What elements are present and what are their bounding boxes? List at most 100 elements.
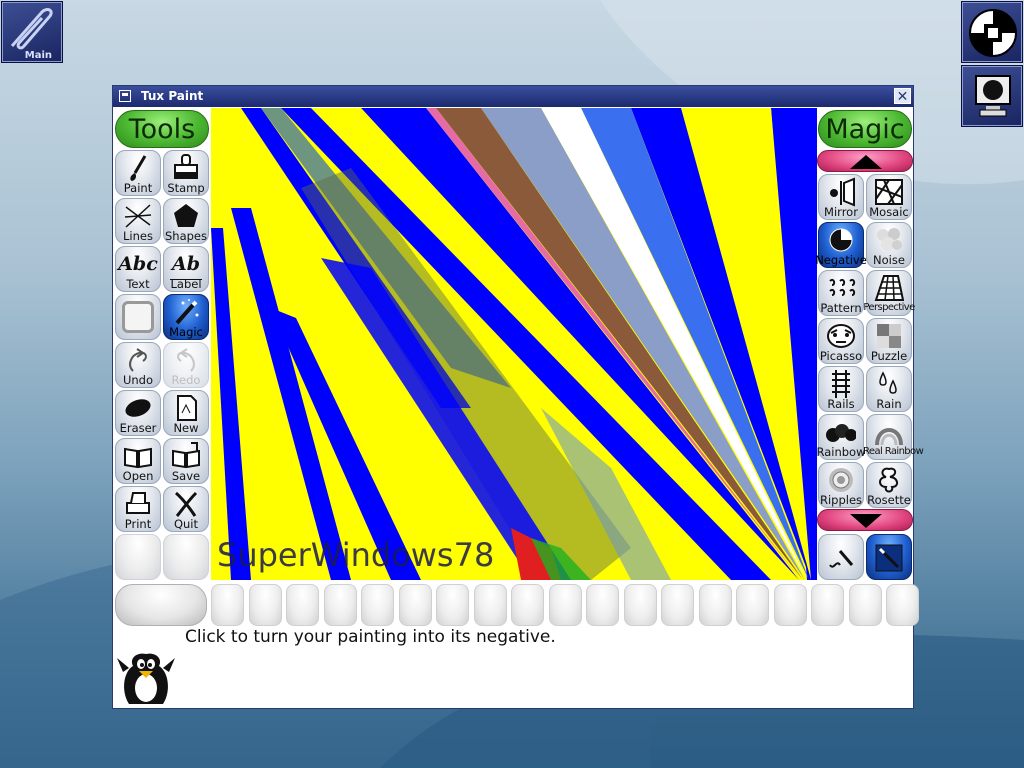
tool-save-button[interactable]: Save [163,438,209,484]
magic-rain-label: Rain [876,397,902,411]
tool-empty-slot [163,534,209,580]
tool-paint-button[interactable]: Paint [115,150,161,196]
text-icon: Abc [118,253,158,275]
color-swatch[interactable] [211,584,244,626]
magic-pattern-button[interactable]: Pattern [818,270,864,316]
color-swatch[interactable] [548,584,582,626]
magic-mirror-button[interactable]: Mirror [818,174,864,220]
main-menu-icon[interactable]: Main [1,1,63,63]
tool-undo-label: Undo [122,373,154,387]
tool-stamp-label: Stamp [167,181,205,195]
magic-noise-label: Noise [873,253,905,267]
tux-paint-window: Tux Paint ✕ Tools Paint Stamp Lines Shap… [112,85,924,709]
rainbow-icon [826,424,856,442]
color-swatch[interactable] [286,584,319,626]
tool-magic-button[interactable]: Magic [163,294,209,340]
magic-rails-button[interactable]: Rails [818,366,864,412]
tool-blank-button[interactable] [115,294,161,340]
tool-stamp-button[interactable]: Stamp [163,150,209,196]
magic-real-rainbow-button[interactable]: Real Rainbow [863,414,924,460]
display-settings-icon[interactable] [961,65,1023,127]
tool-lines-label: Lines [123,229,153,243]
tux-penguin-icon [117,653,175,704]
magic-rainbow-label: Rainbow [816,445,866,459]
open-book-icon [124,447,152,469]
status-message: Click to turn your painting into its neg… [185,627,556,647]
magic-perspective-label: Perspective [863,302,915,313]
save-book-icon [172,442,200,469]
tool-open-button[interactable]: Open [115,438,161,484]
magic-negative-button[interactable]: Negative [815,222,867,268]
tool-label-button[interactable]: Ab Label [163,246,209,292]
tool-shapes-button[interactable]: Shapes [163,198,209,244]
color-swatch[interactable] [248,584,282,626]
color-swatch[interactable] [886,584,919,626]
real-rainbow-icon [875,428,903,446]
color-palette [113,580,919,630]
tool-lines-button[interactable]: Lines [115,198,161,244]
magic-fullscreen-mode-button[interactable] [866,534,912,580]
magic-puzzle-button[interactable]: Puzzle [866,318,912,364]
magic-rain-button[interactable]: Rain [866,366,912,412]
color-swatch[interactable] [811,584,844,626]
painting-artwork [211,108,817,580]
mosaic-icon [875,179,903,205]
color-swatch[interactable] [848,584,882,626]
tool-print-button[interactable]: Print [115,486,161,532]
color-swatch[interactable] [586,584,619,626]
magic-mosaic-label: Mosaic [869,205,909,219]
triangle-down-icon [850,514,882,528]
pentagon-icon [174,204,198,227]
tool-redo-button[interactable]: Redo [163,342,209,388]
magic-picasso-label: Picasso [819,349,863,363]
puzzle-icon [877,324,901,348]
color-swatch[interactable] [661,584,694,626]
color-swatch[interactable] [773,584,807,626]
main-menu-label: Main [24,50,52,61]
color-swatch[interactable] [736,584,769,626]
magic-ripples-label: Ripples [819,493,863,507]
pattern-icon [829,278,856,296]
magic-rosette-button[interactable]: Rosette [866,462,912,508]
tool-new-button[interactable]: New [163,390,209,436]
tool-undo-button[interactable]: Undo [115,342,161,388]
color-swatch[interactable] [361,584,394,626]
title-bar[interactable]: Tux Paint ✕ [113,86,913,107]
tool-label-label: Label [170,277,202,291]
tool-text-button[interactable]: Abc Text [115,246,161,292]
magic-perspective-button[interactable]: Perspective [863,270,915,316]
tool-quit-button[interactable]: Quit [163,486,209,532]
color-swatch[interactable] [473,584,507,626]
magic-mosaic-button[interactable]: Mosaic [866,174,912,220]
magic-ripples-button[interactable]: Ripples [818,462,864,508]
color-swatch[interactable] [623,584,657,626]
color-swatch[interactable] [698,584,732,626]
tool-eraser-button[interactable]: Eraser [115,390,161,436]
tool-redo-label: Redo [171,373,201,387]
magic-wand-icon [175,299,199,325]
perspective-icon [874,275,904,301]
magic-picasso-button[interactable]: Picasso [818,318,864,364]
close-button[interactable]: ✕ [894,88,911,105]
magic-header: Magic [818,110,912,148]
drawing-canvas[interactable]: SuperWindows78 [211,108,817,580]
window-menu-icon[interactable] [119,90,131,102]
current-color-swatch [115,584,207,626]
canvas-overlay-text: SuperWindows78 [217,536,495,574]
color-swatch[interactable] [323,584,357,626]
color-swatch[interactable] [398,584,432,626]
magic-rainbow-button[interactable]: Rainbow [816,414,866,460]
magic-scroll-down-button[interactable] [817,509,913,531]
magic-paint-mode-button[interactable] [818,534,864,580]
paintbrush-icon [130,155,147,181]
rails-icon [832,370,850,398]
rain-icon [879,371,897,394]
magic-scroll-up-button[interactable] [817,150,913,172]
magic-negative-label: Negative [815,253,867,267]
magic-noise-button[interactable]: Noise [866,222,912,268]
color-swatch[interactable] [511,584,544,626]
magic-rails-label: Rails [827,397,855,411]
color-swatch[interactable] [436,584,469,626]
triangle-up-icon [850,155,882,169]
theme-switcher-icon[interactable] [961,1,1023,63]
